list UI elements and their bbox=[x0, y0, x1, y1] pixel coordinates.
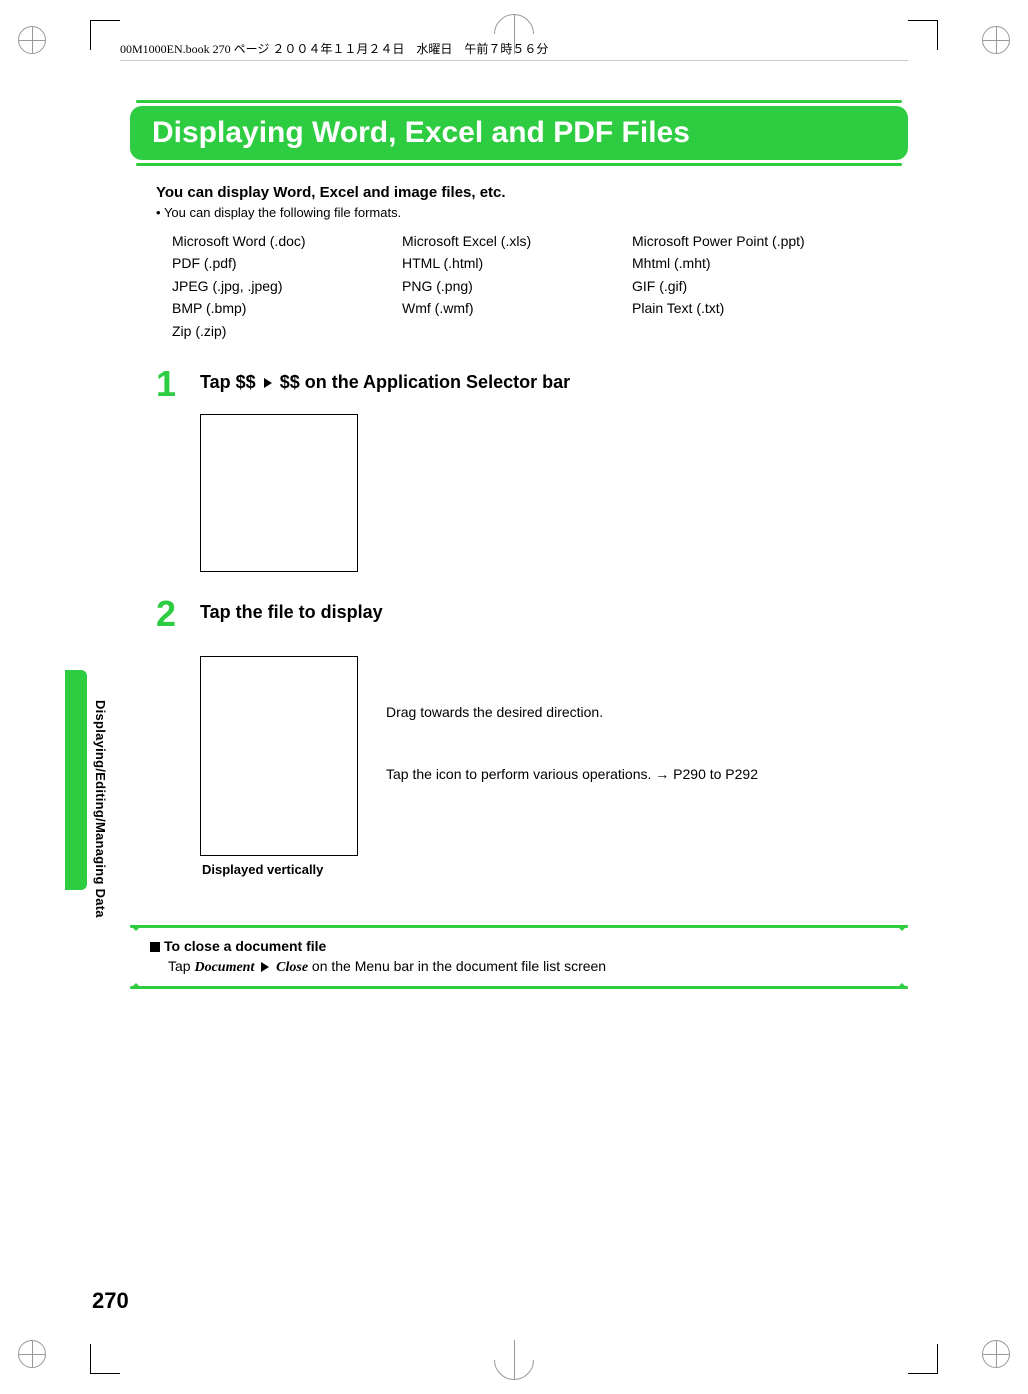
crop-mark bbox=[908, 1344, 938, 1374]
format-col-2: Microsoft Excel (.xls) HTML (.html) PNG … bbox=[402, 230, 632, 342]
note-document-label: Document bbox=[194, 960, 254, 975]
step-1-text: Tap $$ $$ on the Application Selector ba… bbox=[200, 366, 570, 402]
format-item: BMP (.bmp) bbox=[172, 297, 402, 319]
step-2: 2 Tap the file to display bbox=[156, 596, 908, 632]
screenshot-placeholder-2 bbox=[200, 656, 358, 856]
intro-heading: You can display Word, Excel and image fi… bbox=[156, 184, 908, 201]
format-item: Wmf (.wmf) bbox=[402, 297, 632, 319]
note-pre: Tap bbox=[168, 958, 194, 974]
format-item: GIF (.gif) bbox=[632, 275, 862, 297]
crop-mark bbox=[90, 1344, 120, 1374]
page-number: 270 bbox=[92, 1288, 129, 1314]
screenshot-caption: Displayed vertically bbox=[202, 862, 908, 877]
crop-mark bbox=[90, 20, 120, 50]
registration-mark bbox=[494, 1340, 534, 1380]
square-bullet-icon bbox=[150, 942, 160, 952]
note-body: Tap Document Close on the Menu bar in th… bbox=[168, 958, 900, 976]
format-item: JPEG (.jpg, .jpeg) bbox=[172, 275, 402, 297]
step-1-post: $$ on the Application Selector bar bbox=[275, 372, 570, 392]
format-list: Microsoft Word (.doc) PDF (.pdf) JPEG (.… bbox=[172, 230, 908, 342]
note-heading-text: To close a document file bbox=[164, 938, 326, 954]
format-item: Microsoft Excel (.xls) bbox=[402, 230, 632, 252]
note-mid bbox=[254, 958, 258, 974]
format-item: Microsoft Word (.doc) bbox=[172, 230, 402, 252]
section-banner: Displaying Word, Excel and PDF Files bbox=[130, 100, 908, 166]
format-item: Microsoft Power Point (.ppt) bbox=[632, 230, 862, 252]
crop-mark bbox=[908, 20, 938, 50]
screenshot-placeholder-1 bbox=[200, 414, 358, 572]
step-1-pre: Tap $$ bbox=[200, 372, 261, 392]
note-post: on the Menu bar in the document file lis… bbox=[308, 958, 606, 974]
triangle-right-icon bbox=[261, 962, 269, 972]
intro-bullet-text: You can display the following file forma… bbox=[164, 205, 401, 220]
format-item: Mhtml (.mht) bbox=[632, 252, 862, 274]
annotation-tap-post: P290 to P292 bbox=[669, 766, 758, 782]
note-border bbox=[130, 925, 908, 928]
format-item: PNG (.png) bbox=[402, 275, 632, 297]
format-item: PDF (.pdf) bbox=[172, 252, 402, 274]
format-item: HTML (.html) bbox=[402, 252, 632, 274]
note-border bbox=[130, 986, 908, 989]
note-close-label: Close bbox=[276, 960, 308, 975]
step-1: 1 Tap $$ $$ on the Application Selector … bbox=[156, 366, 908, 402]
triangle-right-icon bbox=[264, 378, 272, 388]
registration-mark bbox=[982, 1340, 1010, 1368]
intro-bullet: • You can display the following file for… bbox=[156, 205, 908, 220]
arrow-right-icon: → bbox=[655, 766, 669, 782]
note-heading: To close a document file bbox=[150, 938, 900, 954]
bullet-dot: • bbox=[156, 205, 161, 220]
step-2-annotations: Drag towards the desired direction. Tap … bbox=[386, 644, 758, 856]
format-item: Zip (.zip) bbox=[172, 320, 402, 342]
step-number-2: 2 bbox=[156, 596, 200, 632]
side-section-label: Displaying/Editing/Managing Data bbox=[93, 700, 108, 918]
note-box: To close a document file Tap Document Cl… bbox=[130, 917, 908, 997]
registration-mark bbox=[18, 1340, 46, 1368]
step-2-body: Drag towards the desired direction. Tap … bbox=[200, 644, 908, 856]
header-separator bbox=[120, 60, 908, 61]
annotation-tap-icon: Tap the icon to perform various operatio… bbox=[386, 766, 758, 782]
format-item: Plain Text (.txt) bbox=[632, 297, 862, 319]
step-2-text: Tap the file to display bbox=[200, 596, 383, 632]
format-col-1: Microsoft Word (.doc) PDF (.pdf) JPEG (.… bbox=[172, 230, 402, 342]
side-tab bbox=[65, 670, 87, 890]
annotation-tap-pre: Tap the icon to perform various operatio… bbox=[386, 766, 655, 782]
registration-mark bbox=[18, 26, 46, 54]
step-number-1: 1 bbox=[156, 366, 200, 402]
format-col-3: Microsoft Power Point (.ppt) Mhtml (.mht… bbox=[632, 230, 862, 342]
registration-mark bbox=[982, 26, 1010, 54]
crop-header-text: 00M1000EN.book 270 ページ ２００４年１１月２４日 水曜日 午… bbox=[120, 40, 548, 57]
section-title: Displaying Word, Excel and PDF Files bbox=[130, 106, 908, 160]
annotation-drag: Drag towards the desired direction. bbox=[386, 704, 758, 720]
